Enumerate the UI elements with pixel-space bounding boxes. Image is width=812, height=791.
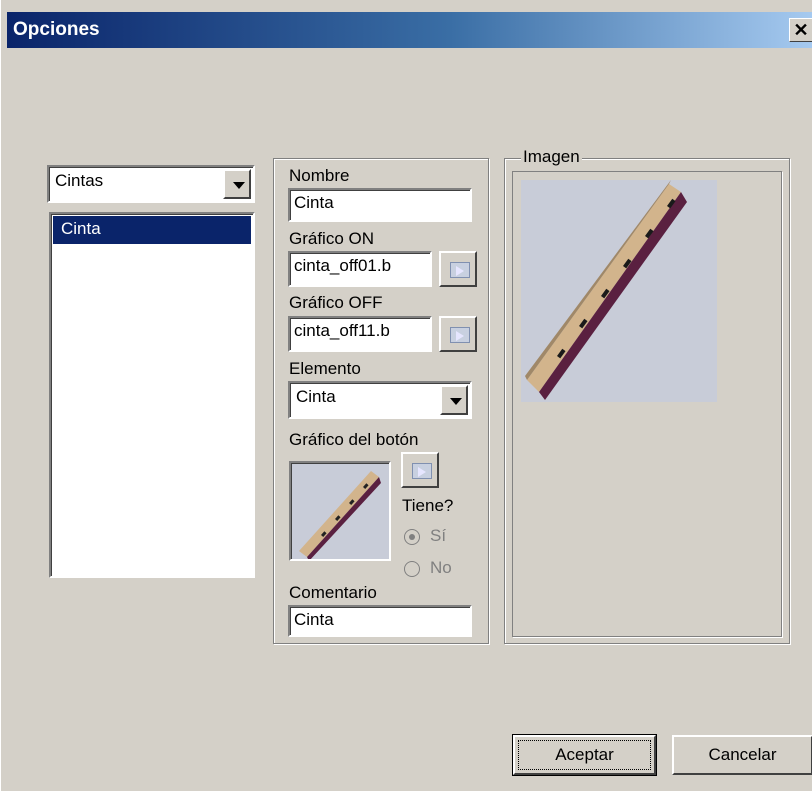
browse-file-icon [450,327,470,343]
comentario-input[interactable]: Cinta [288,605,472,637]
grafico-on-input[interactable]: cinta_off01.b [288,251,432,287]
close-icon: ✕ [793,20,809,40]
nombre-input-value: Cinta [294,193,334,212]
elemento-select[interactable]: Cinta [288,381,472,419]
window-title: Opciones [13,19,100,40]
cancel-button[interactable]: Cancelar [672,735,812,775]
grafico-off-value: cinta_off11.b [294,321,390,340]
grafico-off-input[interactable]: cinta_off11.b [288,316,432,352]
grafico-off-browse-button[interactable] [439,316,477,352]
grafico-off-label: Gráfico OFF [289,293,383,312]
conveyor-thumbnail [299,471,381,559]
tiene-label: Tiene? [402,496,454,515]
options-dialog: Opciones ✕ Cintas Cinta Nombre Cinta Grá… [0,0,812,791]
list-item[interactable]: Cinta [53,216,251,244]
chevron-down-icon[interactable] [440,385,468,415]
browse-file-icon [450,262,470,278]
button-graphic-browse-button[interactable] [401,452,439,488]
grafico-on-value: cinta_off01.b [294,256,392,275]
list-item-label: Cinta [61,219,101,238]
focus-rect [518,740,651,770]
cancel-button-label: Cancelar [708,745,777,764]
radio-selected-icon [404,528,420,545]
category-select-value: Cintas [55,171,104,190]
nombre-label: Nombre [289,166,350,185]
button-graphic-preview [289,461,391,561]
image-preview [521,180,717,402]
imagen-frame [512,171,782,637]
elemento-select-value: Cinta [296,387,336,406]
radio-si[interactable]: Sí [404,526,446,546]
grafico-on-browse-button[interactable] [439,251,477,287]
chevron-down-icon[interactable] [223,169,251,199]
radio-unselected-icon [404,560,420,577]
radio-no-label: No [430,558,452,577]
imagen-groupbox: Imagen [504,147,790,644]
comentario-input-value: Cinta [294,610,334,629]
imagen-label: Imagen [521,147,582,167]
grafico-on-label: Gráfico ON [289,229,375,248]
radio-si-label: Sí [430,526,447,545]
element-list[interactable]: Cinta [49,212,255,578]
conveyor-image [525,180,687,400]
nombre-input[interactable]: Cinta [288,188,472,222]
elemento-label: Elemento [289,359,361,378]
close-button[interactable]: ✕ [789,18,812,42]
radio-no[interactable]: No [404,558,452,578]
browse-file-icon [412,463,432,479]
comentario-label: Comentario [289,583,377,602]
accept-button[interactable]: Aceptar [512,734,657,776]
boton-label: Gráfico del botón [289,430,419,449]
properties-panel: Nombre Cinta Gráfico ON cinta_off01.b Gr… [273,158,489,644]
title-bar[interactable]: Opciones ✕ [7,12,812,48]
category-select[interactable]: Cintas [47,165,255,203]
